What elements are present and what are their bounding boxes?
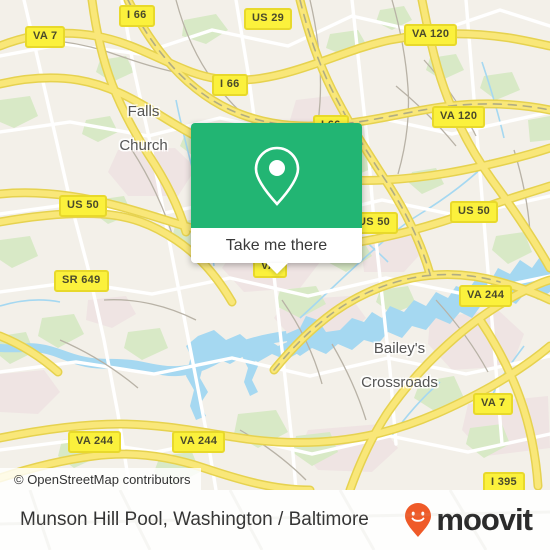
shield-us-29[interactable]: US 29 [244, 8, 293, 30]
shield-va-7-bottom[interactable]: VA 7 [473, 393, 514, 415]
moovit-wordmark: moovit [436, 502, 533, 537]
shield-va-120-mid[interactable]: VA 120 [432, 106, 486, 128]
popup-action-panel[interactable]: Take me there [191, 228, 362, 274]
attribution-text: © OpenStreetMap contributors [14, 471, 191, 487]
shield-sr-649[interactable]: SR 649 [54, 270, 109, 292]
place-label-baileys-crossroads: Bailey's Crossroads [361, 340, 438, 391]
shield-va-120-top[interactable]: VA 120 [404, 24, 458, 46]
location-popup-card[interactable]: Take me there [191, 123, 362, 274]
shield-va-244-left[interactable]: VA 244 [68, 431, 122, 453]
location-title: Munson Hill Pool, Washington / Baltimore [20, 509, 369, 530]
shield-i-66-top[interactable]: I 66 [119, 5, 155, 27]
shield-va-244-right[interactable]: VA 244 [459, 285, 513, 307]
map-pin-icon [254, 146, 299, 206]
take-me-there-button[interactable]: Take me there [226, 237, 327, 255]
shield-i-66-mid[interactable]: I 66 [212, 74, 248, 96]
shield-va-7-top[interactable]: VA 7 [25, 26, 66, 48]
shield-us-50-right[interactable]: US 50 [450, 201, 499, 223]
osm-attribution: © OpenStreetMap contributors [0, 468, 201, 490]
place-label-falls-church: Falls Church [119, 103, 168, 154]
map-screenshot-root: Falls Church Bailey's Crossroads VA 7 I … [0, 0, 550, 550]
shield-va-244-midbottom[interactable]: VA 244 [172, 431, 226, 453]
shield-i-395[interactable]: I 395 [483, 472, 525, 490]
popup-pointer-tail [265, 263, 288, 274]
moovit-smiley-pin-icon [405, 503, 432, 537]
moovit-logo[interactable]: moovit [403, 502, 533, 538]
footer-bar: Munson Hill Pool, Washington / Baltimore… [0, 490, 550, 550]
shield-us-50-left[interactable]: US 50 [59, 195, 108, 217]
popup-icon-panel [191, 123, 362, 228]
